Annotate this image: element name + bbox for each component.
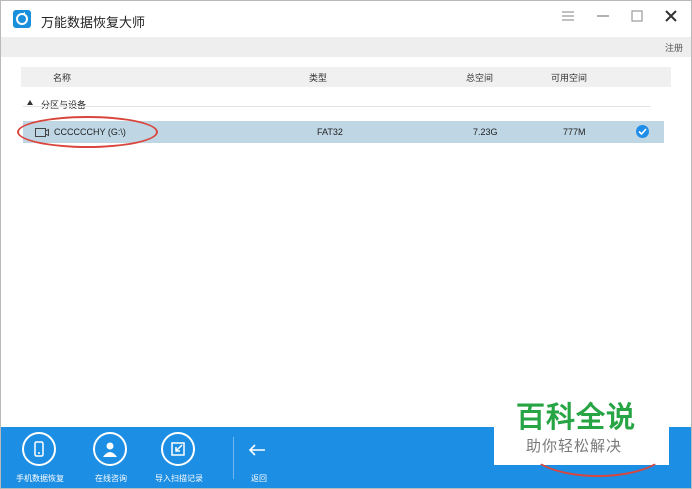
close-button[interactable]: [661, 9, 681, 29]
title-bar: 万能数据恢复大师: [1, 1, 691, 37]
app-window: 万能数据恢复大师 注册 名称 类型 总空间 可用空间 分区与设备 CCCCCCH…: [0, 0, 692, 489]
arrow-left-icon: [248, 444, 265, 456]
person-icon: [93, 432, 127, 466]
app-title: 万能数据恢复大师: [41, 15, 146, 30]
column-header-free[interactable]: 可用空间: [551, 71, 587, 84]
maximize-button[interactable]: [627, 9, 647, 29]
sub-toolbar: 注册: [1, 37, 691, 57]
column-header-name[interactable]: 名称: [53, 71, 71, 84]
minimize-button[interactable]: [593, 9, 613, 29]
import-icon: [161, 432, 195, 466]
app-logo-icon: [13, 10, 31, 28]
device-total-space: 7.23G: [473, 127, 498, 137]
column-header-total[interactable]: 总空间: [466, 71, 493, 84]
phone-recovery-button[interactable]: 手机数据恢复: [5, 431, 75, 487]
online-consult-button[interactable]: 在线咨询: [76, 431, 146, 487]
phone-icon: [22, 432, 56, 466]
toolbar-divider: [233, 437, 234, 479]
online-consult-label: 在线咨询: [95, 474, 127, 483]
import-scan-label: 导入扫描记录: [155, 474, 203, 483]
device-free-space: 777M: [563, 127, 586, 137]
device-group[interactable]: 分区与设备: [23, 97, 663, 111]
device-type: FAT32: [317, 127, 343, 137]
menu-icon[interactable]: [558, 9, 578, 29]
checkmark-icon[interactable]: [636, 125, 649, 138]
import-scan-button[interactable]: 导入扫描记录: [144, 431, 214, 487]
column-header-type[interactable]: 类型: [309, 71, 327, 84]
collapse-caret-icon[interactable]: [27, 100, 33, 105]
divider: [23, 106, 651, 107]
back-label: 返回: [251, 474, 267, 483]
group-label: 分区与设备: [41, 100, 87, 110]
annotation-ellipse: [17, 116, 158, 148]
register-link[interactable]: 注册: [665, 41, 683, 54]
annotation-arc: [528, 421, 668, 477]
table-header: 名称 类型 总空间 可用空间: [21, 67, 671, 87]
back-button[interactable]: 返回: [241, 431, 277, 487]
phone-recovery-label: 手机数据恢复: [16, 474, 64, 483]
